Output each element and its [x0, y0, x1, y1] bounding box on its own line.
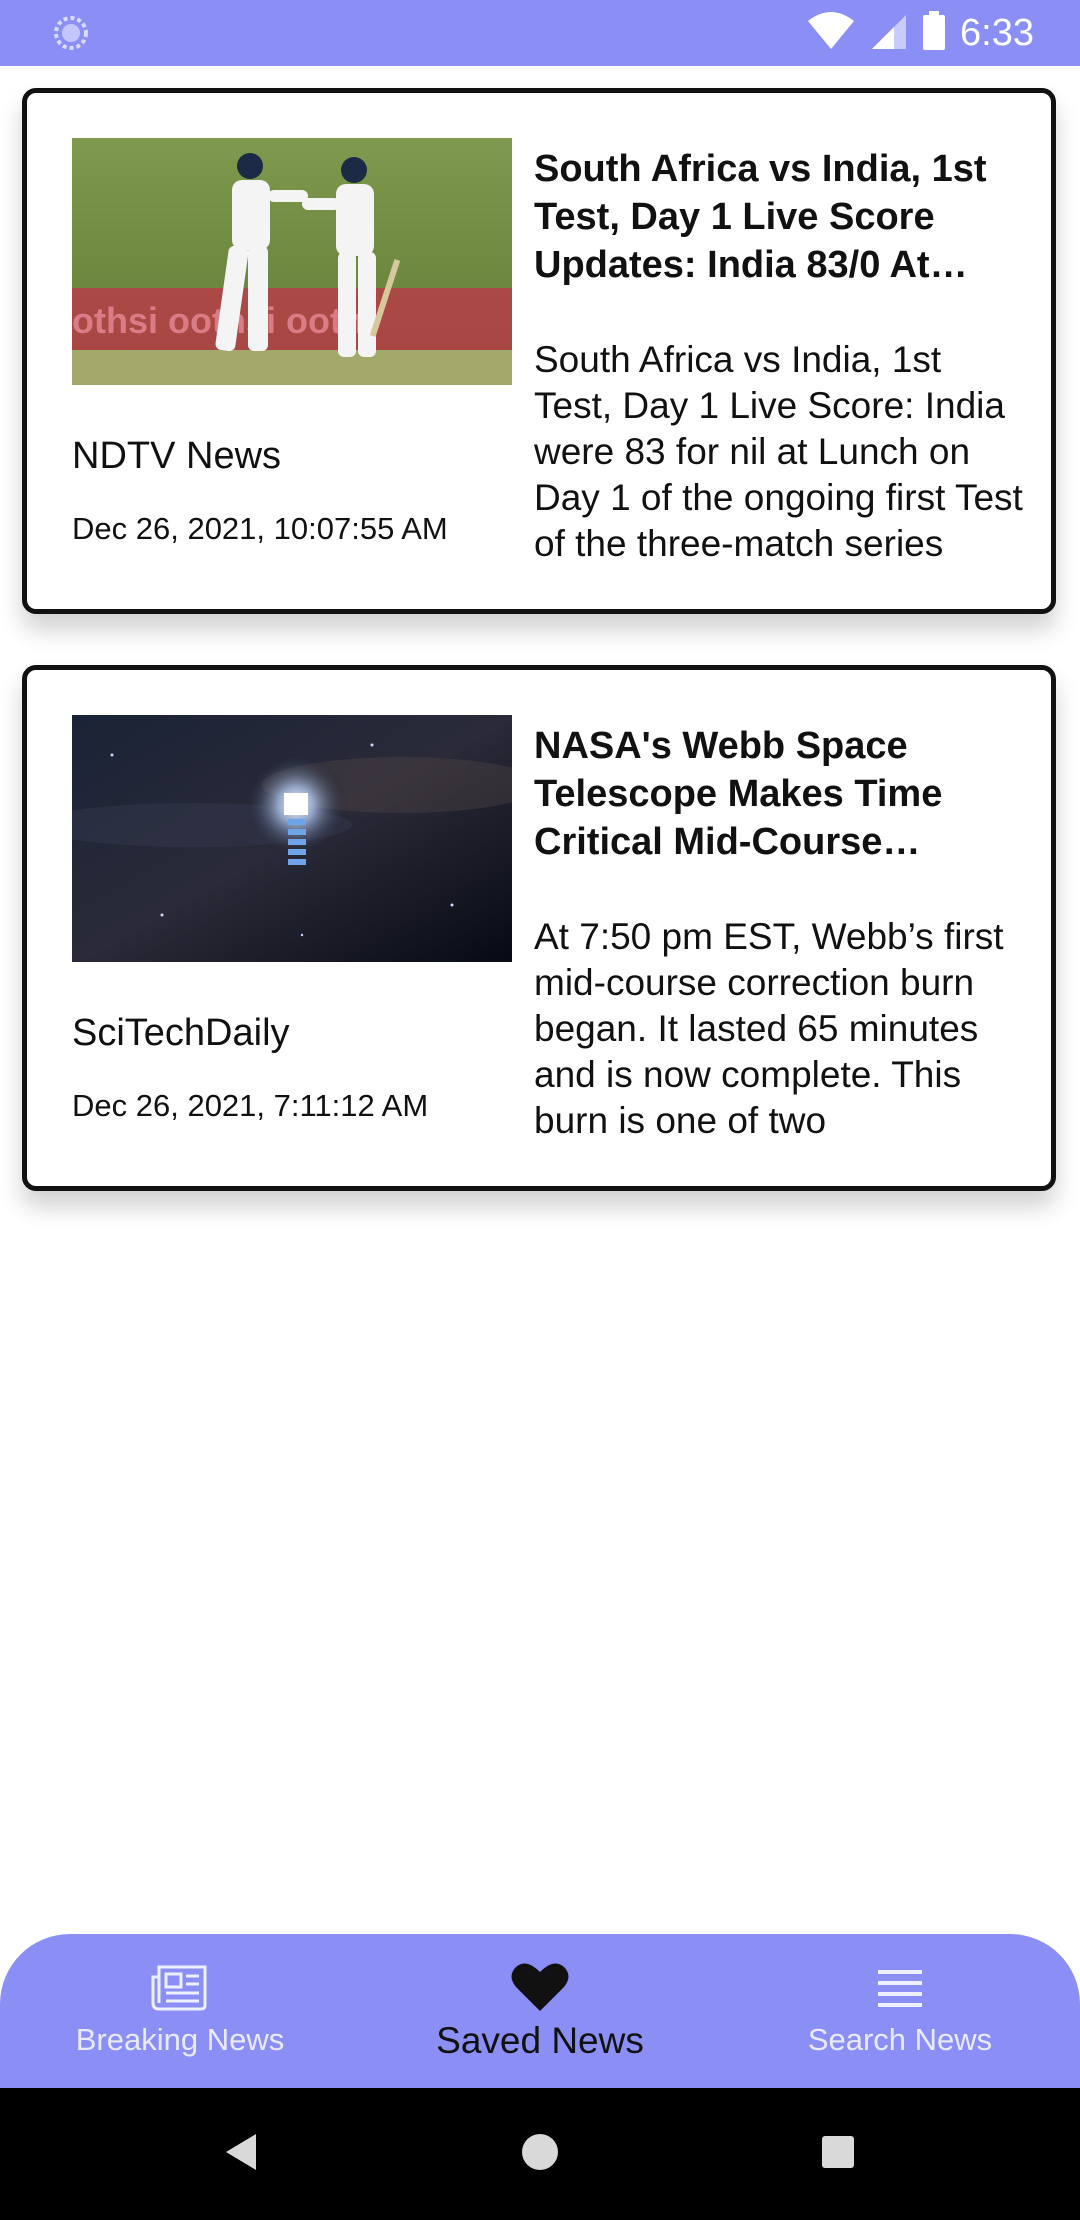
article-description: South Africa vs India, 1st Test, Day 1 L…: [534, 339, 1023, 564]
loading-spinner-icon: [54, 16, 88, 50]
status-bar: 6:33: [0, 0, 1080, 66]
list-icon: [876, 1960, 924, 2014]
article-card[interactable]: othsi oothsi ooth South Africa vs India,…: [22, 88, 1056, 614]
status-time: 6:33: [960, 11, 1034, 54]
article-title: South Africa vs India, 1st Test, Day 1 L…: [534, 148, 987, 286]
nav-breaking-news[interactable]: Breaking News: [0, 1934, 360, 2088]
article-description: At 7:50 pm EST, Webb’s first mid-course …: [534, 916, 1004, 1141]
back-icon[interactable]: [222, 2130, 260, 2179]
nav-label: Saved News: [436, 2020, 644, 2061]
battery-icon: [922, 10, 946, 56]
article-date: Dec 26, 2021, 7:11:12 AM: [72, 1088, 429, 1123]
article-title: NASA's Webb Space Telescope Makes Time C…: [534, 725, 943, 863]
heart-icon: [511, 1960, 569, 2014]
article-source: NDTV News: [72, 435, 282, 477]
nav-label: Breaking News: [75, 2022, 285, 2057]
recents-icon[interactable]: [820, 2130, 856, 2179]
home-icon[interactable]: [520, 2130, 560, 2179]
system-navigation-bar: [0, 2088, 1080, 2220]
nav-label: Search News: [807, 2022, 993, 2057]
nav-search-news[interactable]: Search News: [720, 1934, 1080, 2088]
article-card[interactable]: NASA's Webb Space Telescope Makes Time C…: [22, 665, 1056, 1191]
article-source: SciTechDaily: [72, 1012, 290, 1054]
bottom-navigation: Breaking News Saved News Search News: [0, 1934, 1080, 2088]
article-thumbnail: [72, 715, 512, 962]
cellular-signal-icon: [870, 11, 908, 56]
article-date: Dec 26, 2021, 10:07:55 AM: [72, 511, 448, 546]
nav-saved-news[interactable]: Saved News: [360, 1934, 720, 2088]
newspaper-icon: [151, 1960, 209, 2014]
article-thumbnail: othsi oothsi ooth: [72, 138, 512, 385]
wifi-icon: [806, 11, 856, 56]
